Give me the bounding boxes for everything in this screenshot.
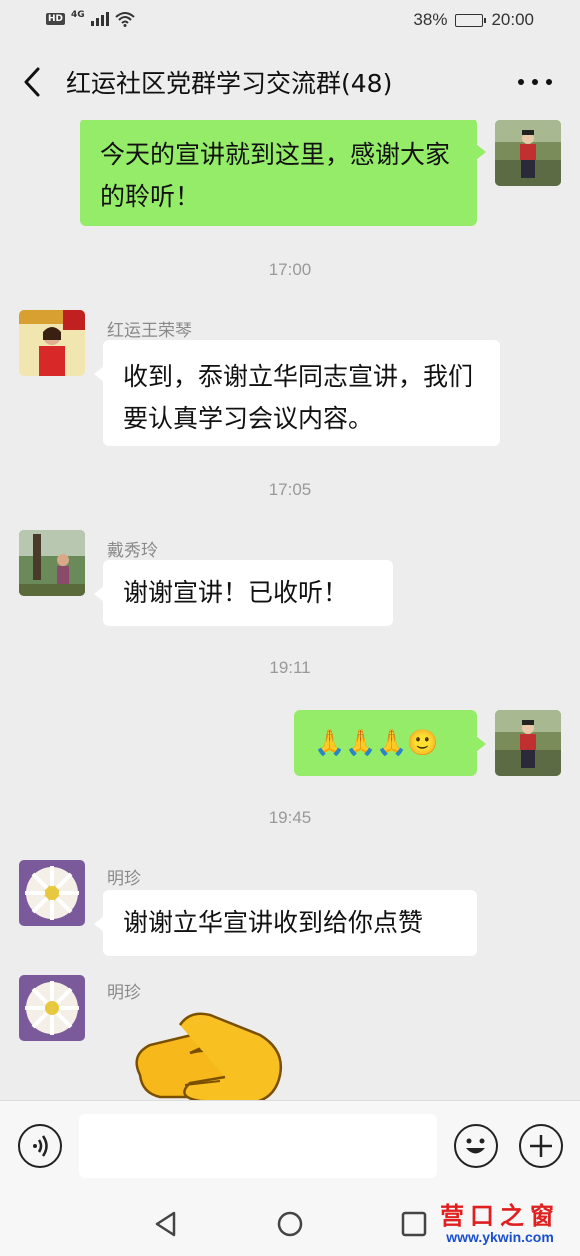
sender-name: 红运王荣琴	[107, 321, 192, 341]
plus-icon	[530, 1135, 552, 1157]
message-bubble-incoming[interactable]: 收到，忝谢立华同志宣讲，我们要认真学习会议内容。	[94, 340, 500, 446]
watermark-name: 营口之窗	[440, 1201, 560, 1230]
sender-name: 明珍	[107, 869, 141, 889]
message-bubble-outgoing[interactable]: 今天的宣讲就到这里，感谢大家的聆听！	[80, 120, 486, 226]
self-avatar[interactable]	[495, 710, 561, 776]
timestamp: 17:05	[268, 480, 312, 499]
input-bar	[0, 1100, 580, 1190]
message-list[interactable]: 今天的宣讲就到这里，感谢大家的聆听！ 17:00 红运王荣琴 收到，忝谢立华同志…	[0, 120, 580, 1100]
message-bubble-outgoing[interactable]: 🙏🙏🙏🙂	[294, 710, 486, 776]
clapping-hands-sticker[interactable]	[130, 1005, 290, 1100]
more-dot	[532, 79, 538, 85]
avatar-sender[interactable]	[19, 310, 85, 376]
more-dot	[518, 79, 524, 85]
avatar-sender[interactable]	[19, 530, 85, 596]
self-avatar-photo	[495, 120, 561, 186]
message-input[interactable]	[79, 1114, 437, 1178]
message-bubble-incoming[interactable]: 谢谢立华宣讲收到给你点赞	[94, 890, 477, 956]
clock: 20:00	[491, 10, 534, 29]
watermark: 营口之窗 www.ykwin.com	[430, 1196, 570, 1245]
wifi-icon	[115, 12, 135, 27]
watermark-url: www.ykwin.com	[446, 1229, 554, 1245]
sender-name: 戴秀玲	[107, 541, 158, 561]
status-left: HD 4G	[46, 10, 135, 27]
self-avatar-photo	[495, 710, 561, 776]
message-bubble-incoming[interactable]: 谢谢宣讲！已收听！	[94, 560, 393, 626]
status-bar: HD 4G 38% 20:00	[0, 0, 580, 44]
nav-recent-icon[interactable]	[400, 1210, 428, 1238]
plus-button[interactable]	[519, 1124, 563, 1168]
voice-button[interactable]	[18, 1124, 62, 1168]
signal-icon	[90, 12, 109, 26]
avatar-sender[interactable]	[19, 860, 85, 926]
emoji-icon	[466, 1138, 485, 1154]
avatar-sender[interactable]	[19, 975, 85, 1041]
chevron-left-icon	[24, 67, 40, 97]
sender-avatar-photo	[19, 975, 85, 1041]
self-avatar[interactable]	[495, 120, 561, 186]
chat-title: 红运社区党群学习交流群(48)	[66, 69, 393, 98]
sender-avatar-photo	[19, 860, 85, 926]
voice-icon	[33, 1135, 48, 1157]
sender-avatar-photo	[19, 530, 85, 596]
timestamp: 19:45	[268, 808, 312, 827]
nav-home-icon[interactable]	[276, 1210, 304, 1238]
emoji-button[interactable]	[454, 1124, 498, 1168]
back-button[interactable]	[20, 66, 48, 98]
status-right: 38% 20:00	[413, 10, 534, 30]
hd-badge: HD	[46, 13, 66, 25]
sender-avatar-photo	[19, 310, 85, 376]
timestamp: 17:00	[268, 260, 312, 279]
title-bar: 红运社区党群学习交流群(48)	[0, 44, 580, 120]
battery-percent: 38%	[413, 10, 448, 29]
more-dot	[546, 79, 552, 85]
battery-icon	[455, 13, 487, 27]
timestamp: 19:11	[269, 658, 311, 677]
more-button[interactable]	[518, 72, 552, 92]
sender-name: 明珍	[107, 983, 141, 1003]
network-type: 4G	[71, 10, 85, 20]
nav-back-icon[interactable]	[152, 1210, 180, 1238]
